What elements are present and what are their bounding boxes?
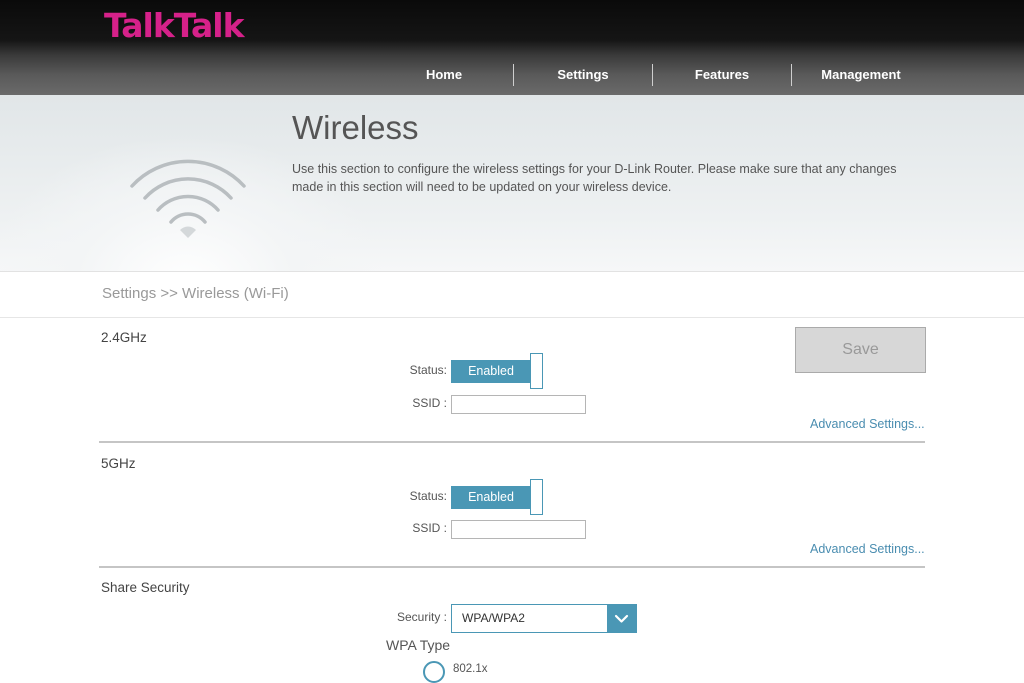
top-header: TalkTalk Home Settings Features Manageme… — [0, 0, 1024, 95]
security-select[interactable]: WPA/WPA2 — [451, 604, 637, 633]
section-divider — [99, 566, 925, 568]
section-heading-2-4ghz: 2.4GHz — [101, 330, 147, 345]
ssid-label: SSID : — [412, 396, 447, 410]
nav-home[interactable]: Home — [375, 64, 513, 86]
page-description: Use this section to configure the wirele… — [292, 162, 897, 194]
toggle-state-label: Enabled — [451, 360, 531, 383]
advanced-settings-link-2-4ghz[interactable]: Advanced Settings... — [810, 417, 925, 431]
section-divider — [99, 441, 925, 443]
advanced-settings-link-5ghz[interactable]: Advanced Settings... — [810, 542, 925, 556]
toggle-knob — [530, 479, 543, 515]
section-heading-share-security: Share Security — [101, 580, 190, 595]
wifi-icon — [130, 159, 246, 238]
chevron-down-icon — [614, 614, 629, 623]
page-banner: Wireless Use this section to configure t… — [0, 95, 1024, 272]
status-toggle-5ghz[interactable]: Enabled — [451, 479, 543, 515]
status-label: Status: — [409, 489, 447, 503]
ssid-label: SSID : — [412, 521, 447, 535]
security-selected-value: WPA/WPA2 — [462, 611, 525, 625]
ssid-input-2-4ghz[interactable] — [451, 395, 586, 414]
nav-settings[interactable]: Settings — [514, 64, 652, 86]
main-nav: Home Settings Features Management — [375, 64, 930, 86]
status-toggle-2-4ghz[interactable]: Enabled — [451, 353, 543, 389]
toggle-knob — [530, 353, 543, 389]
nav-features[interactable]: Features — [653, 64, 791, 86]
section-heading-5ghz: 5GHz — [101, 456, 136, 471]
nav-management[interactable]: Management — [792, 64, 930, 86]
talktalk-logo[interactable]: TalkTalk — [104, 6, 245, 45]
save-button[interactable]: Save — [795, 327, 926, 373]
breadcrumb-bar: Settings >> Wireless (Wi-Fi) — [0, 272, 1024, 318]
breadcrumb: Settings >> Wireless (Wi-Fi) — [102, 285, 289, 302]
toggle-state-label: Enabled — [451, 486, 531, 509]
dropdown-arrow[interactable] — [607, 605, 636, 632]
security-label: Security : — [396, 610, 447, 624]
wpa-type-option-label: 802.1x — [453, 663, 488, 675]
page-title: Wireless — [292, 109, 419, 146]
ssid-input-5ghz[interactable] — [451, 520, 586, 539]
status-label: Status: — [409, 363, 447, 377]
wpa-type-radio-802-1x[interactable] — [423, 661, 445, 683]
wpa-type-heading: WPA Type — [386, 637, 451, 653]
